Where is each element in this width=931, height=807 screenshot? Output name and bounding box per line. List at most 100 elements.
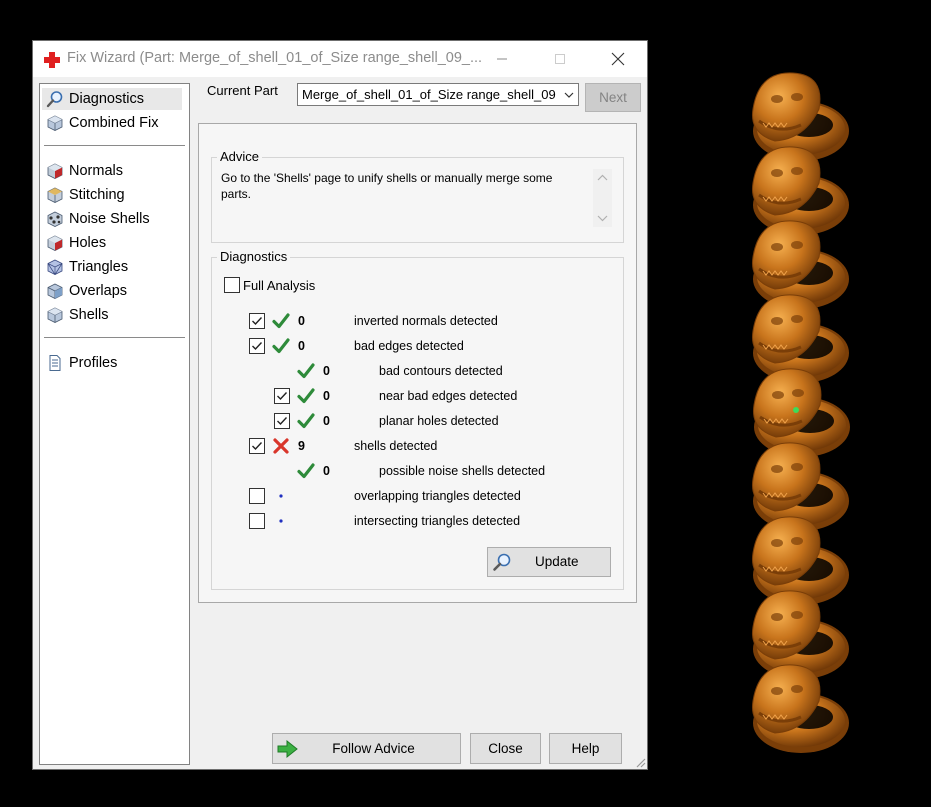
diagnostic-label: near bad edges detected: [379, 389, 518, 403]
diagnostic-checkbox[interactable]: [249, 488, 265, 504]
triangles-cube-icon: [47, 259, 63, 275]
current-part-select[interactable]: Merge_of_shell_01_of_Size range_shell_09: [297, 83, 579, 106]
diagnostic-checkbox[interactable]: [249, 313, 265, 329]
shells-cube-icon: [47, 307, 63, 323]
diagnostic-label: planar holes detected: [379, 414, 499, 428]
diagnostic-checkbox[interactable]: [249, 513, 265, 529]
green-check-icon: [272, 338, 290, 354]
full-analysis-label: Full Analysis: [243, 277, 316, 293]
diagnostics-legend: Diagnostics: [217, 249, 291, 264]
resize-grip-icon[interactable]: [634, 756, 646, 768]
chevron-up-icon: [597, 174, 608, 181]
checkmark-icon: [252, 317, 263, 326]
nav-label: Diagnostics: [69, 91, 144, 107]
help-button[interactable]: Help: [549, 733, 622, 764]
stitching-cube-icon: [47, 187, 63, 203]
full-analysis-checkbox[interactable]: Full Analysis: [224, 277, 315, 293]
close-window-button[interactable]: [595, 41, 641, 77]
pending-dot-icon: [279, 519, 283, 523]
3d-viewport[interactable]: [650, 0, 931, 807]
diagnostic-row: 0 planar holes detected: [212, 411, 622, 431]
nav-label: Profiles: [69, 355, 118, 371]
diagnostic-row: overlapping triangles detected: [212, 486, 622, 506]
diagnostic-row: intersecting triangles detected: [212, 511, 622, 531]
chevron-down-icon: [564, 92, 574, 98]
nav-item-shells[interactable]: Shells: [42, 304, 182, 326]
nav-label: Stitching: [69, 187, 125, 203]
nav-item-profiles[interactable]: Profiles: [42, 352, 182, 374]
nav-item-diagnostics[interactable]: Diagnostics: [42, 88, 182, 110]
pending-dot-icon: [279, 494, 283, 498]
diagnostic-row: 0 possible noise shells detected: [212, 461, 622, 481]
nav-item-triangles[interactable]: Triangles: [42, 256, 182, 278]
advice-group: Advice Go to the 'Shells' page to unify …: [211, 149, 624, 243]
diagnostic-label: overlapping triangles detected: [354, 489, 521, 503]
checkmark-icon: [277, 392, 288, 401]
maximize-button[interactable]: [537, 41, 583, 77]
green-check-icon: [297, 388, 315, 404]
nav-item-noise-shells[interactable]: Noise Shells: [42, 208, 182, 230]
normals-cube-icon: [47, 163, 63, 179]
diagnostic-count: 0: [323, 364, 330, 378]
document-icon: [49, 355, 61, 371]
fix-wizard-window: Fix Wizard (Part: Merge_of_shell_01_of_S…: [32, 40, 648, 770]
wizard-nav: Diagnostics Combined Fix Normals Stitchi…: [39, 83, 190, 765]
nav-label: Shells: [69, 307, 109, 323]
minimize-button[interactable]: [479, 41, 525, 77]
green-check-icon: [297, 413, 315, 429]
diagnostic-row: 0 bad edges detected: [212, 336, 622, 356]
nav-label: Normals: [69, 163, 123, 179]
current-part-value: Merge_of_shell_01_of_Size range_shell_09: [302, 87, 556, 102]
nav-item-stitching[interactable]: Stitching: [42, 184, 182, 206]
advice-text: Go to the 'Shells' page to unify shells …: [221, 171, 553, 201]
diagnostic-label: intersecting triangles detected: [354, 514, 521, 528]
green-arrow-right-icon: [277, 739, 298, 759]
nav-label: Holes: [69, 235, 107, 251]
ring-model: [752, 368, 850, 457]
diagnostic-checkbox[interactable]: [274, 388, 290, 404]
close-button[interactable]: Close: [470, 733, 541, 764]
red-cross-icon: [44, 52, 60, 68]
magnifier-icon: [493, 553, 511, 571]
nav-separator: [44, 337, 185, 338]
diagnostic-label: bad contours detected: [379, 364, 503, 378]
green-check-icon: [297, 363, 315, 379]
next-button-label: Next: [599, 90, 627, 105]
diagnostics-group: Diagnostics Full Analysis 0 inverted norm…: [211, 249, 624, 590]
title-bar[interactable]: Fix Wizard (Part: Merge_of_shell_01_of_S…: [33, 41, 647, 77]
diagnostic-count: 0: [323, 464, 330, 478]
diagnostic-label: bad edges detected: [354, 339, 464, 353]
nav-label: Overlaps: [69, 283, 128, 299]
update-button[interactable]: Update: [487, 547, 611, 577]
diagnostic-label: possible noise shells detected: [379, 464, 546, 478]
diagnostic-checkbox[interactable]: [249, 338, 265, 354]
nav-item-combined-fix[interactable]: Combined Fix: [42, 112, 182, 134]
diagnostic-checkbox[interactable]: [249, 438, 265, 454]
window-title: Fix Wizard (Part: Merge_of_shell_01_of_S…: [67, 50, 483, 66]
diagnostic-label: inverted normals detected: [354, 314, 498, 328]
holes-cube-icon: [47, 235, 63, 251]
nav-label: Combined Fix: [69, 115, 159, 131]
maximize-icon: [555, 54, 565, 64]
diagnostic-checkbox[interactable]: [274, 413, 290, 429]
diagnostic-row: 0 bad contours detected: [212, 361, 622, 381]
red-x-icon: [273, 438, 289, 454]
current-part-label: Current Part: [207, 83, 278, 98]
checkbox-box[interactable]: [224, 277, 240, 293]
next-button[interactable]: Next: [585, 83, 641, 112]
noise-shells-icon: [47, 211, 63, 227]
follow-advice-button[interactable]: Follow Advice: [272, 733, 461, 764]
green-check-icon: [297, 463, 315, 479]
ring-stack: [751, 72, 850, 753]
diagnostic-count: 0: [298, 314, 305, 328]
follow-advice-label: Follow Advice: [332, 741, 415, 756]
nav-item-holes[interactable]: Holes: [42, 232, 182, 254]
cube-icon: [47, 115, 63, 131]
nav-item-overlaps[interactable]: Overlaps: [42, 280, 182, 302]
advice-scrollbar[interactable]: [593, 169, 612, 227]
nav-item-normals[interactable]: Normals: [42, 160, 182, 182]
diagnostic-row: 0 inverted normals detected: [212, 311, 622, 331]
nav-label: Noise Shells: [69, 211, 150, 227]
overlaps-cube-icon: [47, 283, 63, 299]
diagnostic-count: 9: [298, 439, 305, 453]
